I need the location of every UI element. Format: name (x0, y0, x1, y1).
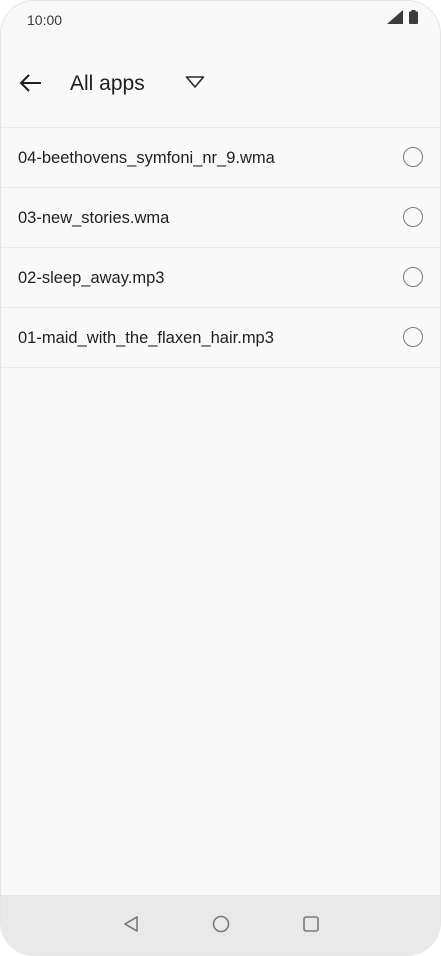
battery-icon (409, 10, 418, 29)
page-title: All apps (70, 72, 145, 95)
dropdown-triangle-icon (185, 75, 205, 93)
list-item[interactable]: 04-beethovens_symfoni_nr_9.wma (1, 128, 440, 188)
status-icons (387, 10, 418, 29)
file-name: 03-new_stories.wma (18, 209, 170, 227)
app-bar: All apps (1, 53, 440, 117)
radio-button[interactable] (403, 267, 423, 287)
radio-button[interactable] (403, 327, 423, 347)
list-item[interactable]: 03-new_stories.wma (1, 188, 440, 248)
navigation-bar (1, 895, 440, 955)
nav-home-icon (212, 915, 230, 938)
status-time: 10:00 (27, 12, 63, 28)
file-name: 01-maid_with_the_flaxen_hair.mp3 (18, 329, 274, 347)
list-item[interactable]: 02-sleep_away.mp3 (1, 248, 440, 308)
back-button[interactable] (13, 69, 49, 101)
nav-home-button[interactable] (209, 914, 233, 938)
phone-screen: 10:00 All apps 04-beethovens_symfoni_nr_… (0, 0, 441, 956)
status-bar: 10:00 (1, 1, 440, 41)
radio-button[interactable] (403, 207, 423, 227)
signal-icon (387, 10, 403, 29)
nav-back-icon (122, 915, 140, 938)
nav-recents-button[interactable] (299, 914, 323, 938)
back-arrow-icon (19, 73, 43, 97)
nav-recents-icon (302, 915, 320, 938)
file-name: 04-beethovens_symfoni_nr_9.wma (18, 149, 275, 167)
file-list: 04-beethovens_symfoni_nr_9.wma 03-new_st… (1, 127, 440, 368)
filter-dropdown-button[interactable] (183, 73, 207, 95)
file-name: 02-sleep_away.mp3 (18, 269, 165, 287)
list-item[interactable]: 01-maid_with_the_flaxen_hair.mp3 (1, 308, 440, 368)
radio-button[interactable] (403, 147, 423, 167)
nav-back-button[interactable] (119, 914, 143, 938)
